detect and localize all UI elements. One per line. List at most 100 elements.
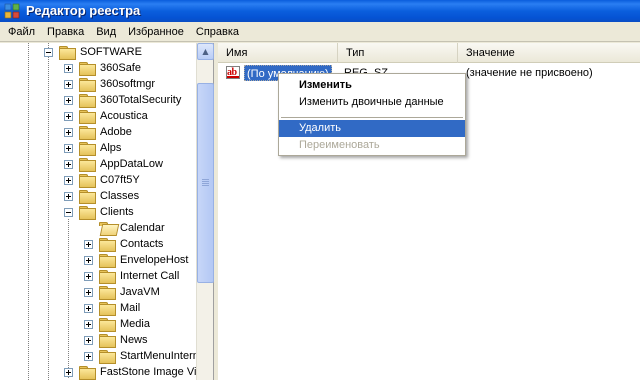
folder-icon [79, 93, 96, 108]
menu-item-modify[interactable]: Изменить [279, 77, 465, 94]
tree-item-envelopehost[interactable]: EnvelopeHost [84, 252, 190, 268]
folder-icon [99, 317, 116, 332]
tree-scrollbar[interactable]: ▲ [196, 43, 214, 380]
folder-icon [99, 237, 116, 252]
expand-icon[interactable] [84, 287, 93, 297]
menu-item-delete[interactable]: Удалить [279, 120, 465, 137]
menu-favorites[interactable]: Избранное [122, 22, 190, 42]
tree-item-360softmgr[interactable]: 360softmgr [64, 76, 156, 92]
tree-item-c07ft5y[interactable]: C07ft5Y [64, 172, 141, 188]
expand-icon[interactable] [64, 367, 73, 377]
folder-icon [79, 125, 96, 140]
tree-item-label: 360TotalSecurity [100, 94, 182, 106]
expand-icon[interactable] [84, 335, 93, 345]
folder-icon [99, 253, 116, 268]
tree-item-mail[interactable]: Mail [84, 300, 141, 316]
title-bar[interactable]: Редактор реестра [0, 0, 640, 22]
tree-item-news[interactable]: News [84, 332, 149, 348]
tree-item-360safe[interactable]: 360Safe [64, 60, 142, 76]
tree-item-label: FastStone Image Vie [100, 366, 203, 378]
menu-bar: Файл Правка Вид Избранное Справка [0, 22, 640, 42]
column-type-header[interactable]: Тип [338, 43, 458, 63]
folder-icon [79, 109, 96, 124]
menu-separator [281, 117, 463, 118]
tree-item-alps[interactable]: Alps [64, 140, 122, 156]
expand-icon[interactable] [84, 255, 93, 265]
column-value-header[interactable]: Значение [458, 43, 640, 63]
value-data-cell: (значение не присвоено) [466, 67, 593, 79]
tree-item-startmenuinternet[interactable]: StartMenuIntern [84, 348, 200, 364]
expand-icon[interactable] [64, 143, 73, 153]
tree-item-calendar[interactable]: Calendar [99, 220, 166, 236]
tree-item-label: Classes [100, 190, 140, 202]
tree-item-clients[interactable]: Clients [64, 204, 135, 220]
tree-item-contacts[interactable]: Contacts [84, 236, 164, 252]
folder-icon [99, 269, 116, 284]
context-menu: Изменить Изменить двоичные данные Удалит… [278, 73, 466, 156]
tree-item-faststone[interactable]: FastStone Image Vie [64, 364, 204, 380]
registry-editor-icon [4, 3, 20, 19]
folder-icon [79, 77, 96, 92]
tree-item-label: JavaVM [120, 286, 160, 298]
tree-item-label: Calendar [120, 222, 165, 234]
tree-item-label: EnvelopeHost [120, 254, 189, 266]
folder-icon [79, 141, 96, 156]
scroll-up-button[interactable]: ▲ [197, 43, 214, 60]
tree-item-label: News [120, 334, 148, 346]
expand-icon[interactable] [64, 79, 73, 89]
tree-item-acoustica[interactable]: Acoustica [64, 108, 149, 124]
folder-icon [99, 285, 116, 300]
expand-icon[interactable] [84, 351, 93, 361]
tree-item-software[interactable]: SOFTWARE [44, 44, 143, 60]
tree-item-appdatalow[interactable]: AppDataLow [64, 156, 164, 172]
tree-item-classes[interactable]: Classes [64, 188, 140, 204]
tree-item-media[interactable]: Media [84, 316, 151, 332]
tree-item-label: AppDataLow [100, 158, 163, 170]
menu-view[interactable]: Вид [90, 22, 122, 42]
grip-icon [202, 179, 209, 187]
folder-icon [99, 333, 116, 348]
expand-icon[interactable] [84, 239, 93, 249]
list-header: Имя Тип Значение [218, 43, 640, 63]
menu-file[interactable]: Файл [2, 22, 41, 42]
tree-item-label: Media [120, 318, 150, 330]
expand-icon[interactable] [64, 63, 73, 73]
expand-icon[interactable] [64, 127, 73, 137]
menu-help[interactable]: Справка [190, 22, 245, 42]
tree-item-label: 360softmgr [100, 78, 156, 90]
tree-item-javavm[interactable]: JavaVM [84, 284, 161, 300]
window-title: Редактор реестра [26, 3, 141, 18]
tree-item-label: Clients [100, 206, 134, 218]
tree-guide-line [28, 43, 29, 380]
scroll-thumb[interactable] [197, 83, 214, 283]
tree-item-adobe[interactable]: Adobe [64, 124, 133, 140]
column-name-header[interactable]: Имя [218, 43, 338, 63]
expand-icon[interactable] [64, 159, 73, 169]
collapse-icon[interactable] [64, 207, 73, 217]
tree-item-label: Internet Call [120, 270, 180, 282]
tree-item-label: Adobe [100, 126, 132, 138]
expand-icon[interactable] [84, 271, 93, 281]
folder-icon [79, 61, 96, 76]
registry-tree[interactable]: SOFTWARE 360Safe 360softmgr 360TotalSecu… [0, 43, 214, 380]
tree-item-internet-call[interactable]: Internet Call [84, 268, 180, 284]
menu-edit[interactable]: Правка [41, 22, 90, 42]
collapse-icon[interactable] [44, 47, 53, 57]
expand-icon[interactable] [64, 175, 73, 185]
tree-item-360totalsecurity[interactable]: 360TotalSecurity [64, 92, 182, 108]
expand-icon[interactable] [64, 111, 73, 121]
chevron-up-icon: ▲ [202, 47, 209, 56]
menu-item-modify-binary[interactable]: Изменить двоичные данные [279, 94, 465, 111]
expand-icon[interactable] [84, 303, 93, 313]
expand-icon[interactable] [84, 319, 93, 329]
tree-item-label: Mail [120, 302, 141, 314]
open-folder-icon [99, 221, 115, 235]
expand-icon[interactable] [64, 95, 73, 105]
expand-icon[interactable] [64, 191, 73, 201]
folder-icon [79, 365, 96, 380]
menu-item-rename: Переименовать [299, 139, 380, 151]
folder-icon [99, 349, 116, 364]
tree-item-label: 360Safe [100, 62, 141, 74]
tree-item-label: Contacts [120, 238, 164, 250]
tree-item-label: StartMenuIntern [120, 350, 199, 362]
